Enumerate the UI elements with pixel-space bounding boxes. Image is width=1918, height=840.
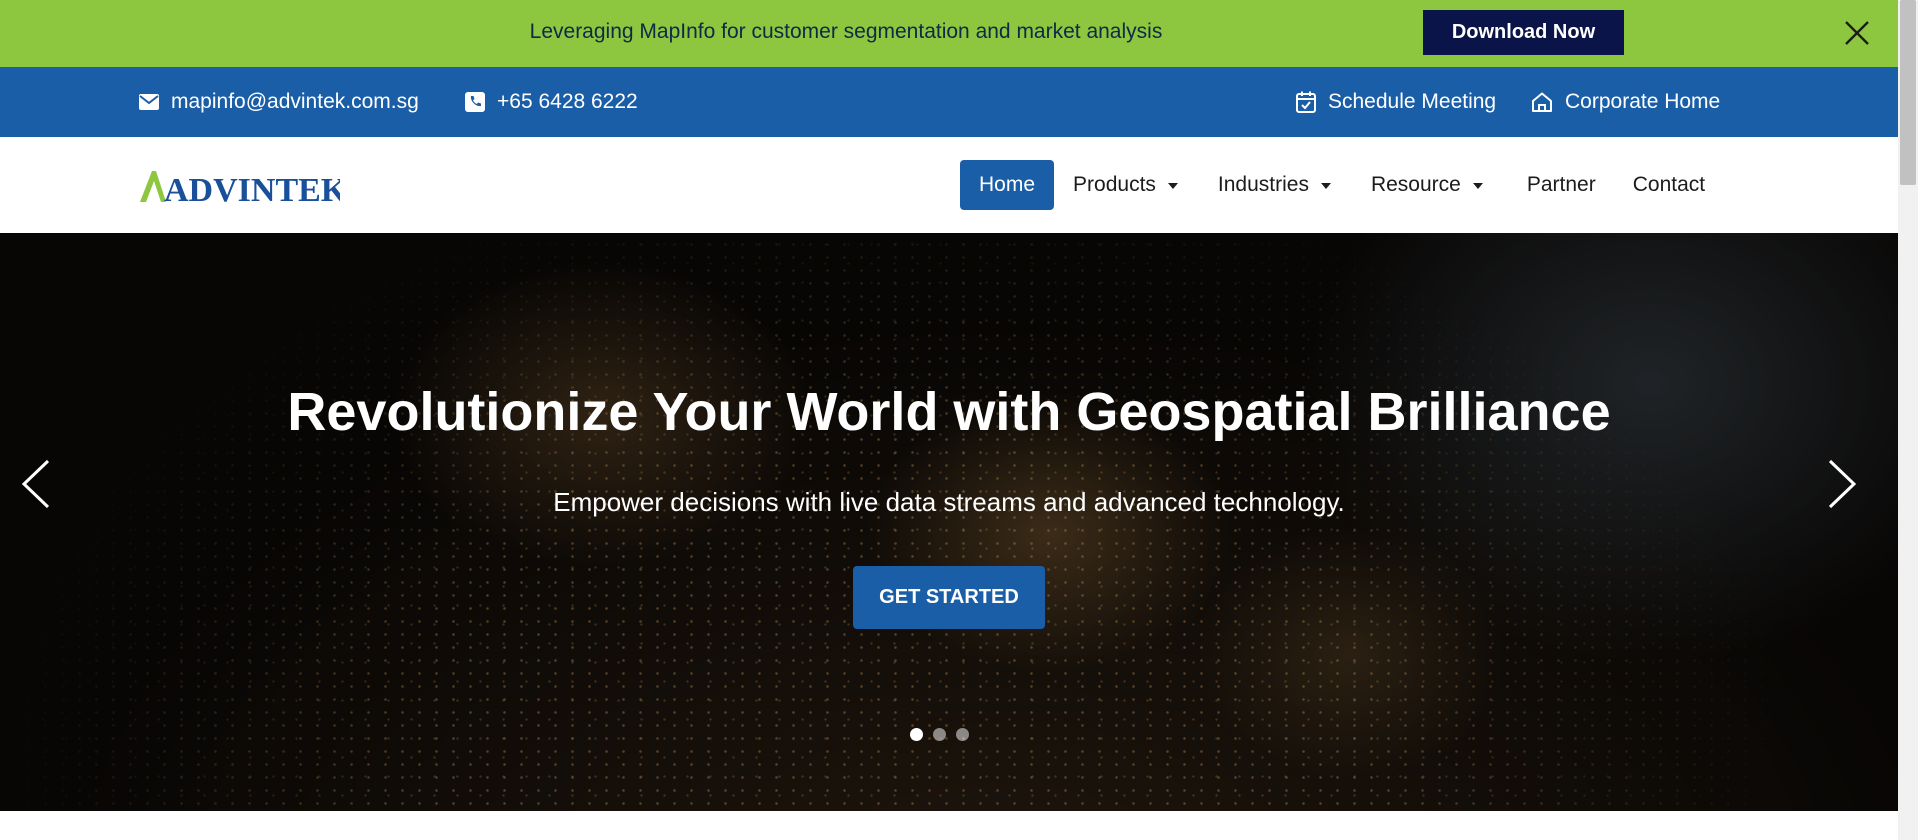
caret-down-icon xyxy=(1167,183,1178,189)
hero-slider: Revolutionize Your World with Geospatial… xyxy=(0,233,1898,811)
calendar-check-icon xyxy=(1296,91,1316,113)
hero-subtitle: Empower decisions with live data streams… xyxy=(553,487,1345,517)
nav-partner-label: Partner xyxy=(1526,173,1596,196)
nav-contact-label: Contact xyxy=(1632,173,1706,196)
nav-resource-label: Resource xyxy=(1370,173,1461,196)
slide-indicator[interactable] xyxy=(910,728,923,741)
advintek-logo[interactable]: ADVINTEK xyxy=(140,167,348,209)
nav-industries-label: Industries xyxy=(1217,173,1309,196)
nav-home-label: Home xyxy=(979,173,1036,196)
close-icon[interactable] xyxy=(1842,18,1872,48)
main-header: ADVINTEK Home Products Industries Resour… xyxy=(0,137,1898,233)
caret-down-icon xyxy=(1320,183,1331,189)
logo-text: ADVINTEK xyxy=(164,172,340,207)
nav-partner[interactable]: Partner xyxy=(1527,160,1596,210)
slide-indicator[interactable] xyxy=(933,728,946,741)
nav-home[interactable]: Home xyxy=(960,160,1055,210)
corporate-home-text: Corporate Home xyxy=(1565,90,1721,113)
contact-bar: mapinfo@advintek.com.sg +65 6428 6222 Sc… xyxy=(0,67,1898,137)
nav-contact[interactable]: Contact xyxy=(1633,160,1705,210)
email-link[interactable]: mapinfo@advintek.com.sg xyxy=(139,67,419,137)
hero-title: Revolutionize Your World with Geospatial… xyxy=(287,382,1611,442)
phone-icon xyxy=(465,92,485,112)
chevron-left-icon[interactable] xyxy=(18,458,54,510)
corporate-home-link[interactable]: Corporate Home xyxy=(1531,67,1720,137)
schedule-meeting-text: Schedule Meeting xyxy=(1328,90,1497,113)
nav-products[interactable]: Products xyxy=(1073,160,1178,210)
vertical-scrollbar[interactable] xyxy=(1898,0,1918,840)
get-started-button[interactable]: GET STARTED xyxy=(853,566,1045,629)
phone-text: +65 6428 6222 xyxy=(497,90,638,113)
nav-products-label: Products xyxy=(1073,173,1156,196)
home-icon xyxy=(1532,92,1552,112)
slide-indicator[interactable] xyxy=(956,728,969,741)
schedule-meeting-link[interactable]: Schedule Meeting xyxy=(1296,67,1496,137)
caret-down-icon xyxy=(1472,183,1483,189)
envelope-icon xyxy=(139,94,159,110)
phone-link[interactable]: +65 6428 6222 xyxy=(465,67,638,137)
main-nav: Home Products Industries Resource Partne… xyxy=(960,160,1705,210)
download-now-button[interactable]: Download Now xyxy=(1423,10,1624,55)
promo-bar: Leveraging MapInfo for customer segmenta… xyxy=(0,0,1898,67)
nav-resource[interactable]: Resource xyxy=(1371,160,1483,210)
chevron-right-icon[interactable] xyxy=(1824,458,1860,510)
slide-indicators xyxy=(910,728,969,742)
nav-industries[interactable]: Industries xyxy=(1218,160,1331,210)
email-text: mapinfo@advintek.com.sg xyxy=(171,90,419,113)
page: Leveraging MapInfo for customer segmenta… xyxy=(0,0,1898,840)
scrollbar-thumb[interactable] xyxy=(1900,0,1916,185)
